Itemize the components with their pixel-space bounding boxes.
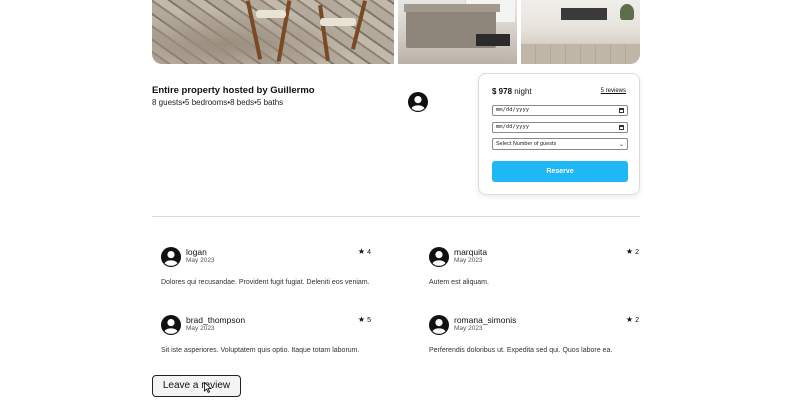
reviewer-name: romana_simonis: [454, 315, 517, 325]
calendar-icon[interactable]: [619, 108, 624, 113]
kitchen-photo[interactable]: [398, 0, 517, 64]
listing-details: 8 guests•5 bedrooms•8 beds•5 baths: [152, 98, 284, 107]
rating-value: 5: [367, 317, 371, 324]
calendar-icon[interactable]: [619, 125, 624, 130]
review-rating: ★ 2: [626, 247, 639, 256]
leave-review-button[interactable]: Leave a review: [152, 375, 241, 397]
user-avatar-icon: [429, 247, 449, 267]
photo-gallery: [152, 0, 640, 64]
user-avatar-icon: [161, 247, 181, 267]
host-avatar-icon: [408, 92, 428, 112]
star-icon: ★: [357, 315, 366, 324]
booking-card: $ 978 night 5 reviews mm/dd/yyyy mm/dd/y…: [478, 73, 640, 195]
price-amount: $ 978: [492, 87, 513, 96]
price-unit: night: [514, 87, 532, 96]
chevron-down-icon: ⌄: [618, 142, 624, 148]
mouse-cursor-icon: [204, 382, 212, 393]
guests-select[interactable]: Select Number of guests ⌄: [492, 138, 628, 150]
review-rating: ★ 4: [358, 247, 371, 256]
reviewer-name: brad_thompson: [186, 315, 246, 325]
check-in-date-input[interactable]: mm/dd/yyyy: [492, 105, 628, 116]
guests-selected-value: Select Number of guests: [496, 141, 557, 147]
check-out-date-input[interactable]: mm/dd/yyyy: [492, 122, 628, 133]
reviewer-name: logan: [186, 247, 207, 257]
review-text: Autem est aliquam.: [429, 279, 489, 286]
review-date: May 2023: [186, 257, 215, 264]
rating-value: 2: [635, 317, 639, 324]
nightly-price: $ 978 night: [492, 87, 532, 96]
reserve-button[interactable]: Reserve: [492, 161, 628, 182]
review-text: Perferendis doloribus ut. Expedita sed q…: [429, 347, 613, 354]
review-date: May 2023: [454, 257, 483, 264]
check-out-value: mm/dd/yyyy: [496, 124, 530, 130]
rating-value: 4: [367, 249, 371, 256]
review-date: May 2023: [454, 325, 483, 332]
star-icon: ★: [625, 315, 634, 324]
rating-value: 2: [635, 249, 639, 256]
star-icon: ★: [625, 247, 634, 256]
check-in-value: mm/dd/yyyy: [496, 107, 530, 113]
living-room-photo[interactable]: [521, 0, 640, 64]
reviews-link[interactable]: 5 reviews: [601, 88, 626, 94]
review-rating: ★ 2: [626, 315, 639, 324]
patio-photo[interactable]: [152, 0, 394, 64]
section-divider: [152, 216, 640, 217]
reviewer-name: marquita: [454, 247, 488, 257]
user-avatar-icon: [429, 315, 449, 335]
listing-title: Entire property hosted by Guillermo: [152, 85, 315, 96]
star-icon: ★: [357, 247, 366, 256]
review-date: May 2023: [186, 325, 215, 332]
user-avatar-icon: [161, 315, 181, 335]
review-rating: ★ 5: [358, 315, 371, 324]
review-text: Sit iste asperiores. Voluptatem quis opt…: [161, 347, 360, 354]
review-text: Dolores qui recusandae. Provident fugit …: [161, 279, 370, 286]
